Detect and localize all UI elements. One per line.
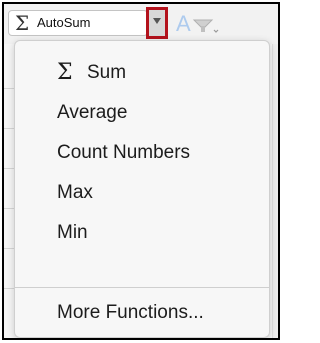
sigma-icon: Σ <box>57 60 73 85</box>
sigma-icon: Σ <box>15 11 30 35</box>
autosum-label: AutoSum <box>37 15 91 30</box>
chevron-down-icon <box>153 18 161 24</box>
menu-item-min[interactable]: Min <box>15 215 269 251</box>
eraser-icon[interactable] <box>190 14 220 36</box>
menu-divider <box>15 287 269 288</box>
sheet-right-edge <box>272 44 278 338</box>
autosum-button[interactable]: Σ AutoSum <box>8 10 148 36</box>
menu-item-label: Max <box>57 182 93 203</box>
menu-item-max[interactable]: Max <box>15 175 269 211</box>
menu-item-label: More Functions... <box>57 302 204 323</box>
editing-toolbar: Σ AutoSum A <box>4 4 278 44</box>
menu-item-label: Average <box>57 102 128 123</box>
menu-item-sum[interactable]: Σ Sum <box>15 55 269 91</box>
menu-item-label: Count Numbers <box>57 142 191 163</box>
menu-item-count-numbers[interactable]: Count Numbers <box>15 135 269 171</box>
screenshot-frame: Σ AutoSum A Σ Sum Average Count Numbers … <box>2 2 280 340</box>
menu-item-label: Min <box>57 222 88 243</box>
menu-item-more-functions[interactable]: More Functions... <box>15 295 269 331</box>
autosum-dropdown-menu: Σ Sum Average Count Numbers Max Min More… <box>14 40 270 338</box>
format-letter-icon[interactable]: A <box>176 11 191 37</box>
menu-item-label: Sum <box>87 62 127 83</box>
menu-item-average[interactable]: Average <box>15 95 269 131</box>
autosum-dropdown-button[interactable] <box>146 7 168 39</box>
